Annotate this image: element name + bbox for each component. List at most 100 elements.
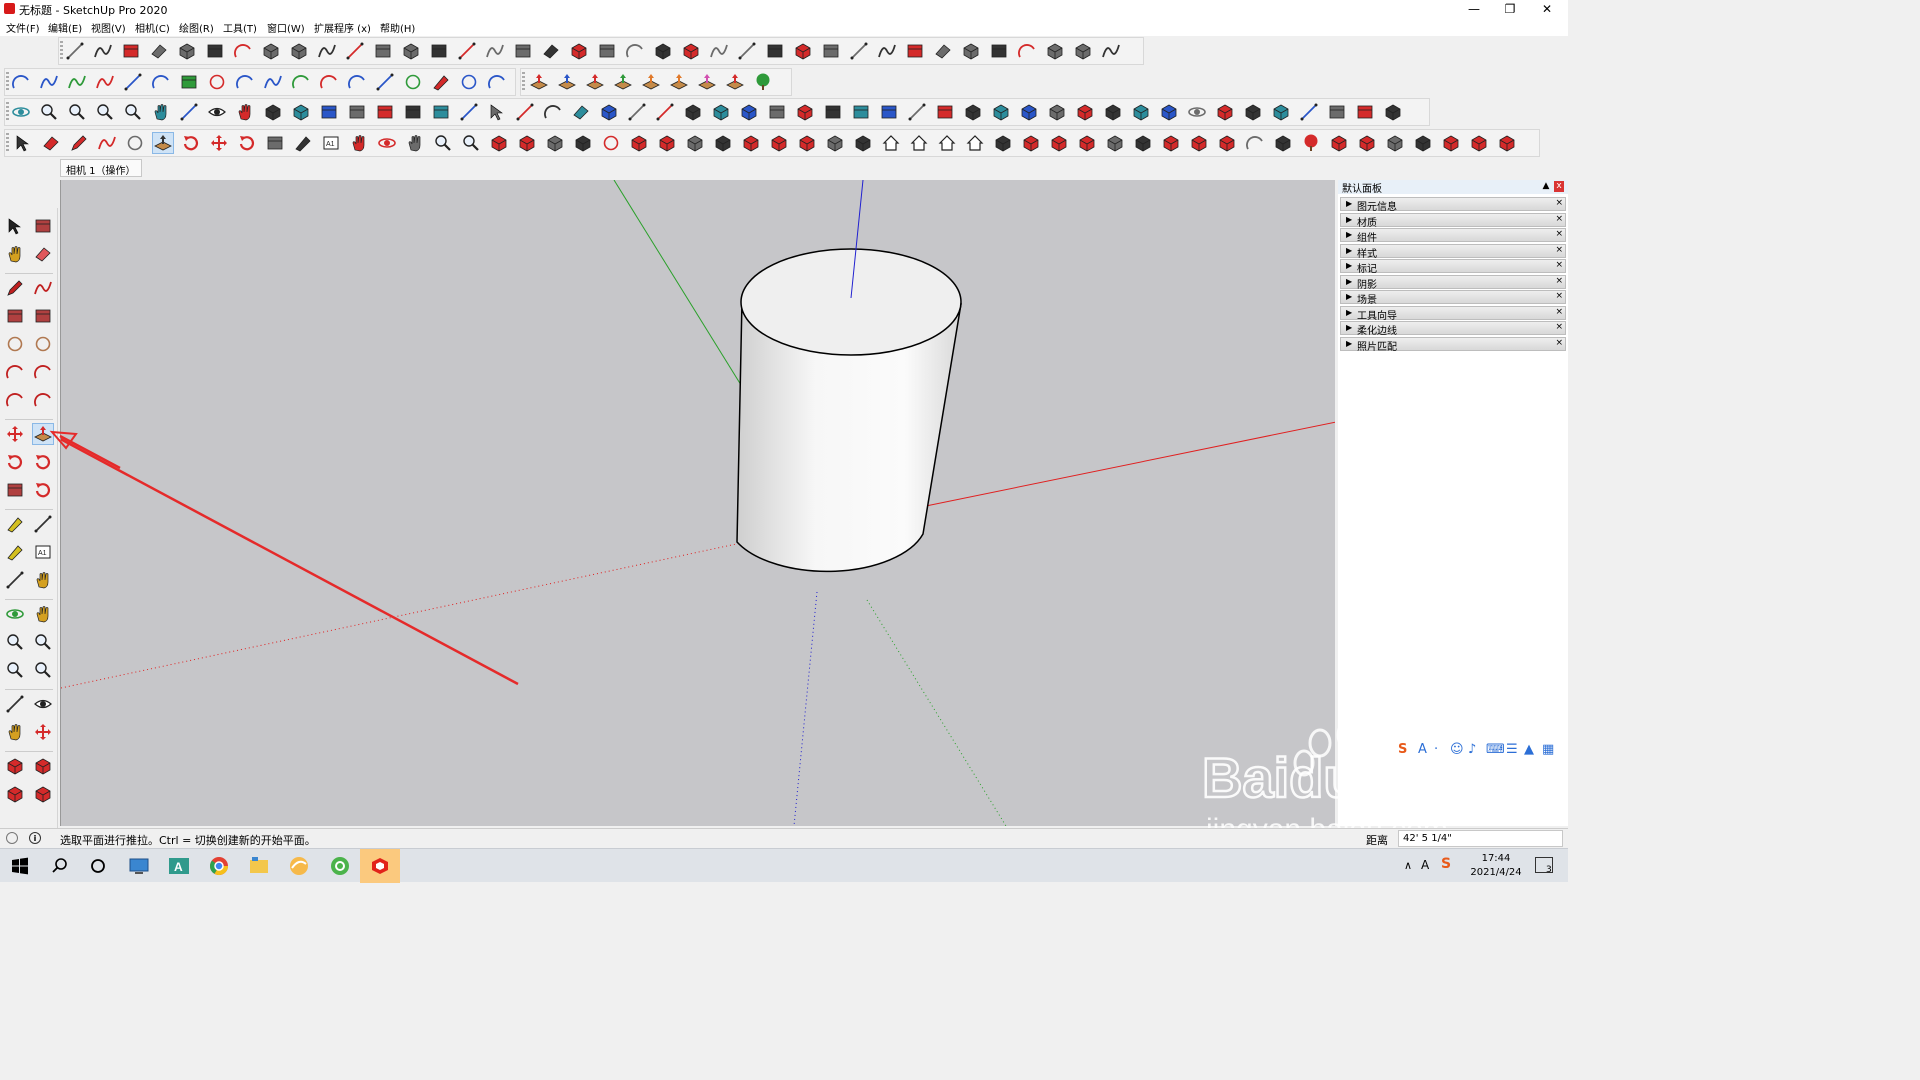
menu-window[interactable]: 窗口(W) <box>267 20 305 35</box>
toolbar-grip[interactable] <box>522 72 525 92</box>
tray-panel-close-icon[interactable]: × <box>1555 260 1563 270</box>
tb3-arc-icon[interactable] <box>543 102 563 122</box>
tb4-arrow-icon[interactable] <box>13 133 33 153</box>
tb1-eraser-icon[interactable] <box>541 41 561 61</box>
push-pull-tool-icon[interactable] <box>152 132 174 154</box>
tb3-line-icon[interactable] <box>907 102 927 122</box>
tb2a-arc-icon[interactable] <box>291 72 311 92</box>
menu-view[interactable]: 视图(V) <box>91 20 126 35</box>
expand-arrow-icon[interactable]: ▶ <box>1346 323 1352 332</box>
tb4-cube-icon[interactable] <box>1273 133 1293 153</box>
left-tool-curve-icon[interactable] <box>33 278 53 298</box>
tb3-cube-icon[interactable] <box>1271 102 1291 122</box>
tb1-curve-icon[interactable] <box>877 41 897 61</box>
tb4-cube-icon[interactable] <box>1497 133 1517 153</box>
tb2a-box-icon[interactable] <box>179 72 199 92</box>
toolbar-grip[interactable] <box>6 102 9 122</box>
tb1-eraser-icon[interactable] <box>149 41 169 61</box>
left-tool-tape-icon[interactable] <box>5 514 25 534</box>
tb3-line-icon[interactable] <box>459 102 479 122</box>
tb2a-arc-icon[interactable] <box>11 72 31 92</box>
tb2a-arc-icon[interactable] <box>347 72 367 92</box>
tb3-zoom-icon[interactable] <box>39 102 59 122</box>
tb4-rotate-icon[interactable] <box>181 133 201 153</box>
left-tool-eye-icon[interactable] <box>33 694 53 714</box>
tb3-cube-icon[interactable] <box>683 102 703 122</box>
ime-punct-icon[interactable]: · <box>1434 742 1438 757</box>
tray-panel-item[interactable]: ▶ 照片匹配 × <box>1340 336 1566 353</box>
tb2b-push-icon[interactable] <box>585 72 605 92</box>
tb4-box-icon[interactable] <box>265 133 285 153</box>
scene-tab-camera-1[interactable]: 相机 1（操作） <box>60 159 142 177</box>
search-icon[interactable] <box>48 854 72 878</box>
tb1-cube-icon[interactable] <box>401 41 421 61</box>
tb1-box-icon[interactable] <box>205 41 225 61</box>
tb3-cube-icon[interactable] <box>1019 102 1039 122</box>
tb1-line-icon[interactable] <box>345 41 365 61</box>
left-tool-rotate-icon[interactable] <box>33 480 53 500</box>
left-tool-arrow-icon[interactable] <box>5 216 25 236</box>
tb4-cube-icon[interactable] <box>657 133 677 153</box>
tb3-box-icon[interactable] <box>1327 102 1347 122</box>
left-tool-cube-icon[interactable] <box>33 756 53 776</box>
tb3-cube-icon[interactable] <box>263 102 283 122</box>
tb3-orbit-icon[interactable] <box>1187 102 1207 122</box>
tray-overflow-chevron-icon[interactable]: ∧ <box>1404 859 1412 872</box>
tb1-box-icon[interactable] <box>121 41 141 61</box>
left-tool-box-icon[interactable] <box>5 306 25 326</box>
tb3-box-icon[interactable] <box>319 102 339 122</box>
tb2a-arc-icon[interactable] <box>487 72 507 92</box>
tb3-zoom-icon[interactable] <box>67 102 87 122</box>
tb2b-push-icon[interactable] <box>725 72 745 92</box>
tb3-box-icon[interactable] <box>347 102 367 122</box>
sogou-tray-icon[interactable]: S <box>1441 856 1451 872</box>
tb1-cube-icon[interactable] <box>681 41 701 61</box>
tb4-house-icon[interactable] <box>965 133 985 153</box>
tb1-curve-icon[interactable] <box>485 41 505 61</box>
tb4-cube-icon[interactable] <box>573 133 593 153</box>
left-tool-box-icon[interactable] <box>33 306 53 326</box>
tb2a-line-icon[interactable] <box>123 72 143 92</box>
expand-arrow-icon[interactable]: ▶ <box>1346 199 1352 208</box>
cortana-icon[interactable] <box>86 854 110 878</box>
menu-extensions[interactable]: 扩展程序 (x) <box>314 20 371 35</box>
minimize-button[interactable]: — <box>1457 0 1491 18</box>
tb4-house-icon[interactable] <box>881 133 901 153</box>
tb3-box-icon[interactable] <box>375 102 395 122</box>
sogou-ime-icon[interactable]: S <box>1398 742 1407 757</box>
tb4-cube-icon[interactable] <box>1385 133 1405 153</box>
tb4-cube-icon[interactable] <box>825 133 845 153</box>
left-tool-orbit-icon[interactable] <box>5 604 25 624</box>
tb3-box-icon[interactable] <box>823 102 843 122</box>
tb1-arc-icon[interactable] <box>625 41 645 61</box>
tb3-cube-icon[interactable] <box>599 102 619 122</box>
tray-panel-item[interactable]: ▶ 阴影 × <box>1340 274 1566 291</box>
tb4-circle-icon[interactable] <box>601 133 621 153</box>
tb3-cube-icon[interactable] <box>1243 102 1263 122</box>
left-tool-zoom-icon[interactable] <box>5 632 25 652</box>
geo-location-icon[interactable] <box>6 832 18 844</box>
ime-mode-icon[interactable]: A <box>1418 742 1427 757</box>
left-tool-box-icon[interactable] <box>5 480 25 500</box>
tb4-cube-icon[interactable] <box>1217 133 1237 153</box>
tb4-move-icon[interactable] <box>209 133 229 153</box>
tb3-box-icon[interactable] <box>1355 102 1375 122</box>
tb4-cube-icon[interactable] <box>797 133 817 153</box>
tb1-line-icon[interactable] <box>457 41 477 61</box>
tb4-cube-icon[interactable] <box>1105 133 1125 153</box>
toolbar-grip[interactable] <box>6 72 9 92</box>
menu-file[interactable]: 文件(F) <box>6 20 40 35</box>
tray-close-button[interactable]: x <box>1554 181 1564 192</box>
left-tool-cube-icon[interactable] <box>33 784 53 804</box>
tb3-cube-icon[interactable] <box>1047 102 1067 122</box>
menu-draw[interactable]: 绘图(R) <box>179 20 214 35</box>
tb1-cube-icon[interactable] <box>261 41 281 61</box>
tb1-box-icon[interactable] <box>373 41 393 61</box>
360-browser-icon[interactable] <box>328 854 352 878</box>
tb3-hand-icon[interactable] <box>235 102 255 122</box>
left-tool-box-icon[interactable] <box>33 216 53 236</box>
tb4-text-icon[interactable]: A1 <box>321 133 341 153</box>
tb3-cube-icon[interactable] <box>1103 102 1123 122</box>
explorer-app-icon[interactable] <box>247 854 271 878</box>
tb4-cube-icon[interactable] <box>1049 133 1069 153</box>
